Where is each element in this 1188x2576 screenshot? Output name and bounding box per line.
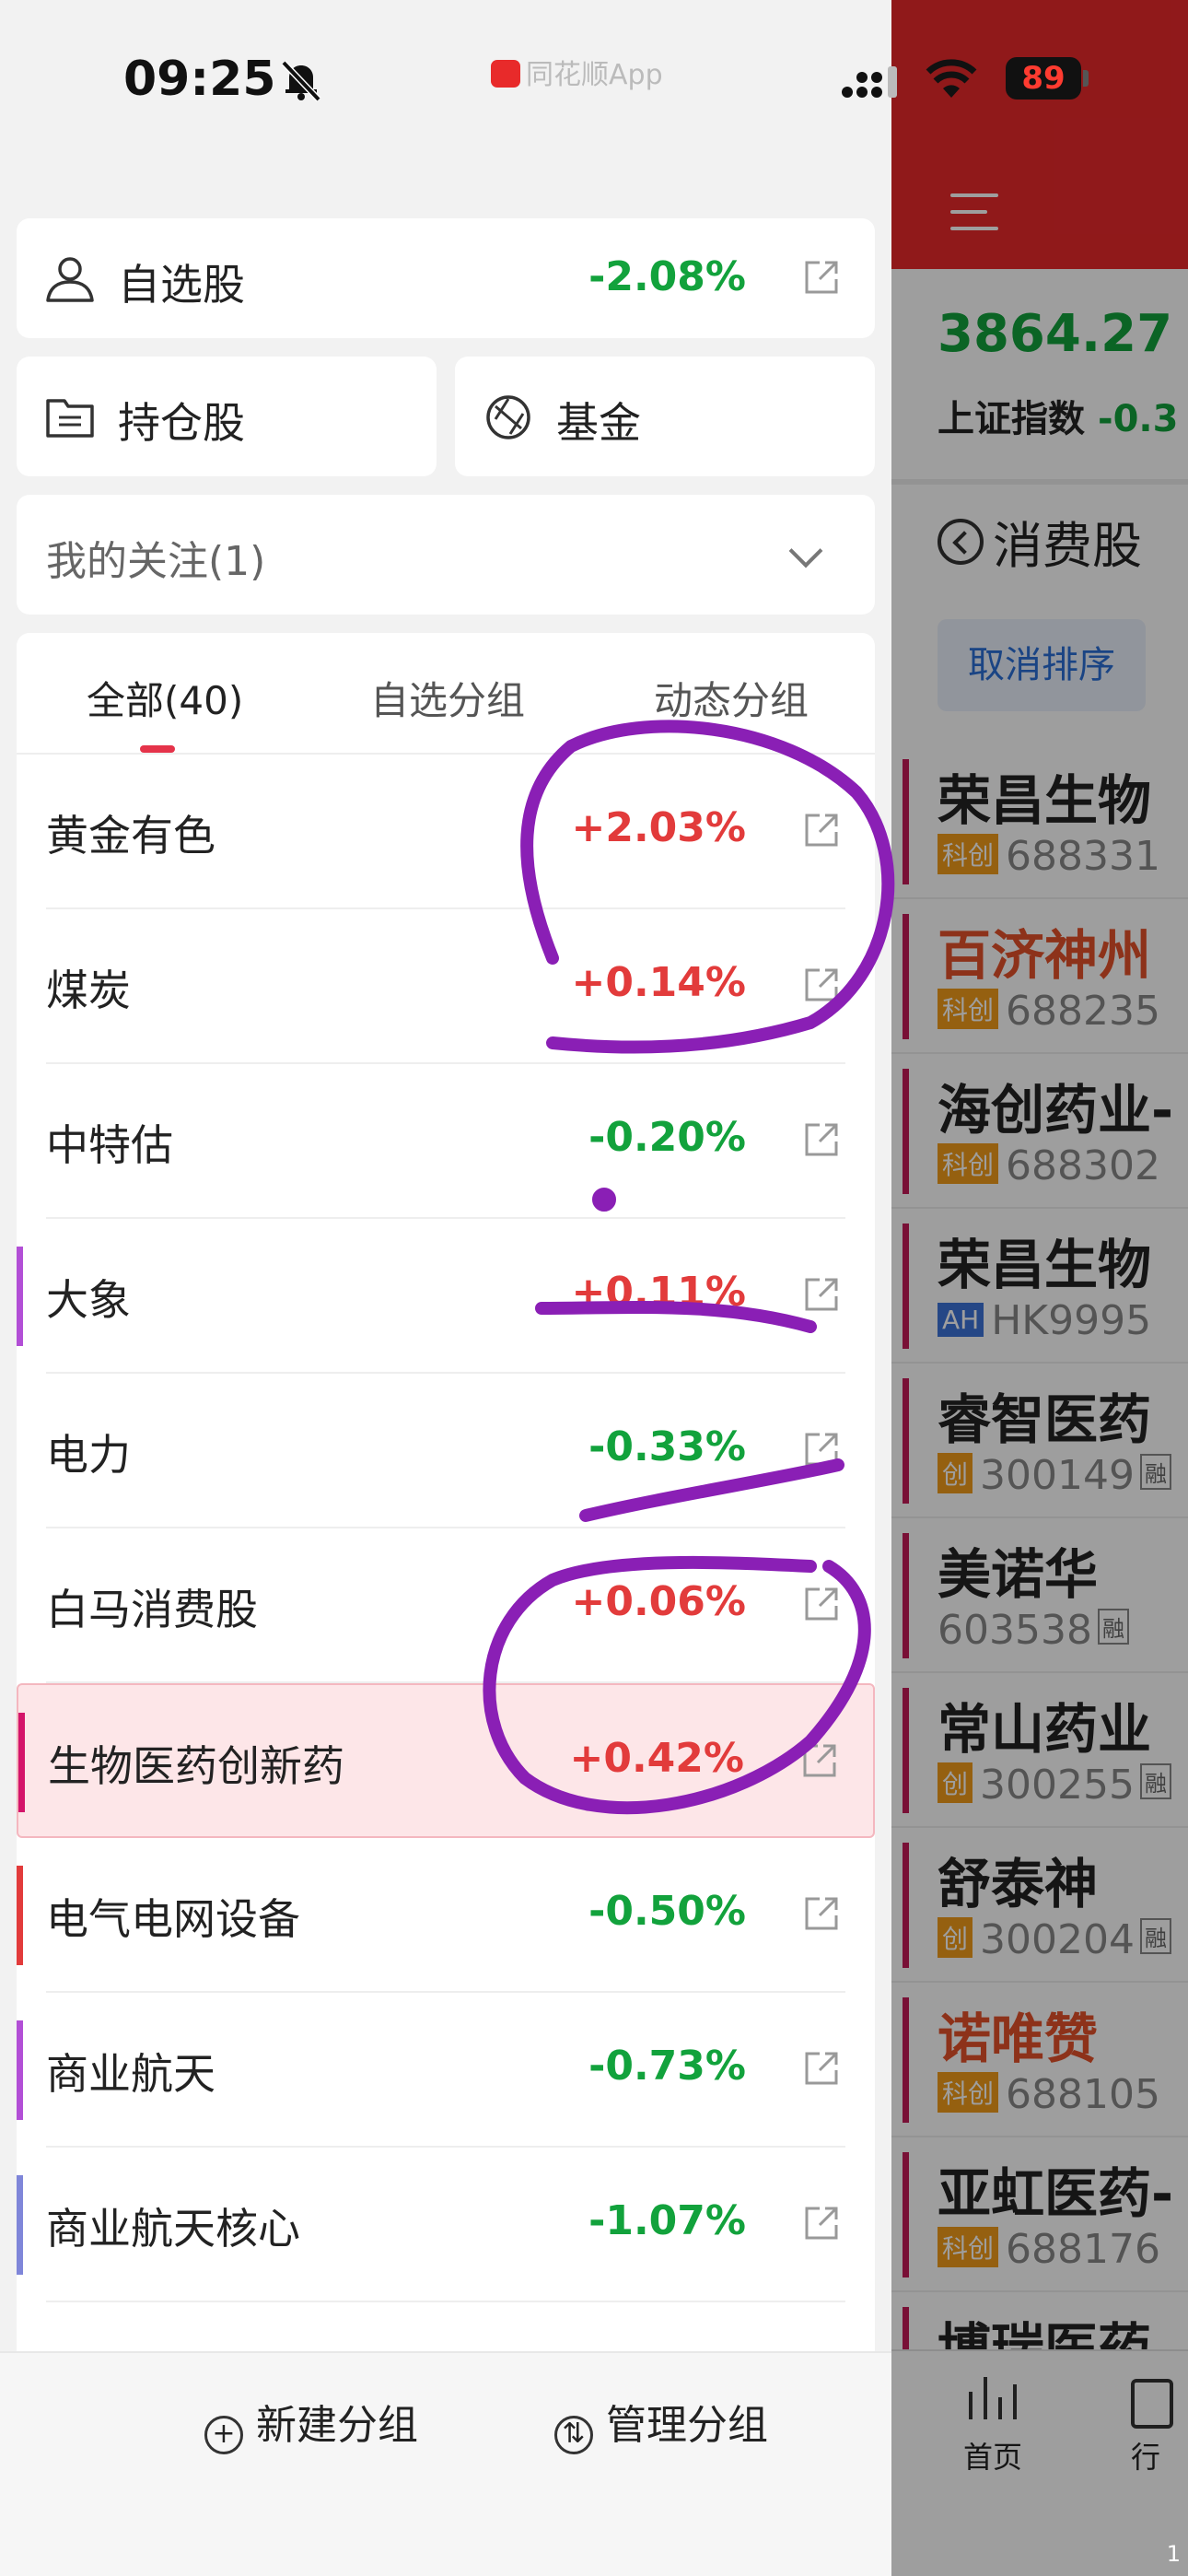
my-follow-card[interactable]: 我的关注(1) [17,495,875,615]
group-change: +0.14% [571,959,746,1006]
external-link-icon[interactable] [801,810,842,850]
signal-icon [842,66,897,98]
group-row[interactable]: 电气电网设备 -0.50% [17,1838,875,1993]
group-row[interactable]: 煤炭 +0.14% [17,909,875,1064]
new-group-label: 新建分组 [256,2402,418,2449]
chevron-down-icon[interactable] [788,533,823,568]
group-row[interactable]: 生物医药创新药 +0.42% [17,1683,875,1838]
active-tab-indicator [140,745,175,753]
tab-dynamic-groups[interactable]: 动态分组 [654,670,809,726]
group-row[interactable]: 大象 +0.11% [17,1219,875,1374]
group-row[interactable]: 白马消费股 +0.06% [17,1528,875,1683]
my-follow-label: 我的关注(1) [46,538,266,585]
watchlist-change: -2.08% [588,253,746,300]
group-color-marker [17,1247,23,1346]
group-color-marker [17,1866,23,1965]
group-name: 商业航天 [46,2049,215,2099]
group-change: +0.11% [571,1269,746,1316]
new-group-button[interactable]: + 新建分组 [204,2392,418,2454]
external-link-icon[interactable] [801,2203,842,2243]
watchlist-label: 自选股 [118,260,245,310]
group-color-marker [18,1713,25,1812]
group-name: 电气电网设备 [46,1894,300,1944]
folder-icon [46,399,94,438]
group-change: -0.73% [588,2043,746,2090]
external-link-icon[interactable] [801,2048,842,2089]
group-change: -0.20% [588,1114,746,1161]
group-tabs: 全部(40) 自选分组 动态分组 [17,633,875,755]
fund-icon [486,395,530,439]
group-name: 生物医药创新药 [48,1741,344,1791]
plus-circle-icon: + [204,2416,243,2454]
user-icon [46,257,94,302]
battery-tip [1083,70,1089,87]
external-link-icon[interactable] [801,1893,842,1934]
watchlist-card[interactable]: 自选股 -2.08% [17,218,875,338]
holdings-label: 持仓股 [118,398,245,448]
holdings-card[interactable]: 持仓股 [17,357,437,476]
group-change: +2.03% [571,804,746,851]
funds-card[interactable]: 基金 [455,357,875,476]
external-link-icon[interactable] [801,1119,842,1160]
group-name: 白马消费股 [46,1585,258,1634]
group-row[interactable]: 电力 -0.33% [17,1374,875,1528]
group-name: 商业航天核心 [46,2204,300,2254]
group-row[interactable]: 商业航天核心 -1.07% [17,2148,875,2302]
external-link-icon[interactable] [801,257,842,298]
bottom-action-bar: + 新建分组 ⇅ 管理分组 [0,2351,891,2576]
group-change: +0.06% [571,1578,746,1625]
external-link-icon[interactable] [801,965,842,1005]
dim-overlay[interactable] [891,0,1188,2576]
group-name: 大象 [46,1275,131,1325]
external-link-icon[interactable] [801,1429,842,1469]
funds-label: 基金 [556,398,641,448]
bell-off-icon [281,60,321,102]
group-change: -0.50% [588,1888,746,1935]
group-row[interactable]: 商业航天 -0.73% [17,1993,875,2148]
group-list-card: 全部(40) 自选分组 动态分组 黄金有色 +2.03% 煤炭 +0.14% 中特估 -0… [17,633,875,2576]
group-name: 电力 [46,1430,131,1480]
group-row[interactable]: 中特估 -0.20% [17,1064,875,1219]
page-number: 1 [1166,2541,1181,2567]
group-name: 黄金有色 [46,811,215,861]
group-color-marker [17,2175,23,2275]
status-bar: 09:25 同花顺App 89 [0,0,1188,147]
manage-icon: ⇅ [554,2416,593,2454]
battery-indicator: 89 [1006,57,1081,100]
group-change: +0.42% [569,1735,744,1782]
group-change: -0.33% [588,1423,746,1470]
tab-custom-groups[interactable]: 自选分组 [370,670,525,726]
group-drawer: 自选股 -2.08% 持仓股 基金 我的关注(1) 全部(40) 自选分组 动态… [0,0,891,2576]
manage-group-button[interactable]: ⇅ 管理分组 [554,2392,768,2454]
group-row[interactable]: 黄金有色 +2.03% [17,755,875,909]
tab-all[interactable]: 全部(40) [87,670,243,726]
manage-group-label: 管理分组 [606,2402,768,2449]
group-change: -1.07% [588,2197,746,2244]
status-time: 09:25 [123,52,276,107]
row-divider [46,2301,845,2302]
group-color-marker [17,2020,23,2120]
app-logo-icon [491,60,520,88]
app-origin-badge[interactable]: 同花顺App [491,52,663,92]
external-link-icon[interactable] [801,1584,842,1624]
group-name: 煤炭 [46,966,131,1015]
external-link-icon[interactable] [799,1740,840,1781]
wifi-icon [926,59,977,98]
external-link-icon[interactable] [801,1274,842,1315]
group-name: 中特估 [46,1120,173,1170]
app-name: 同花顺App [526,59,663,91]
